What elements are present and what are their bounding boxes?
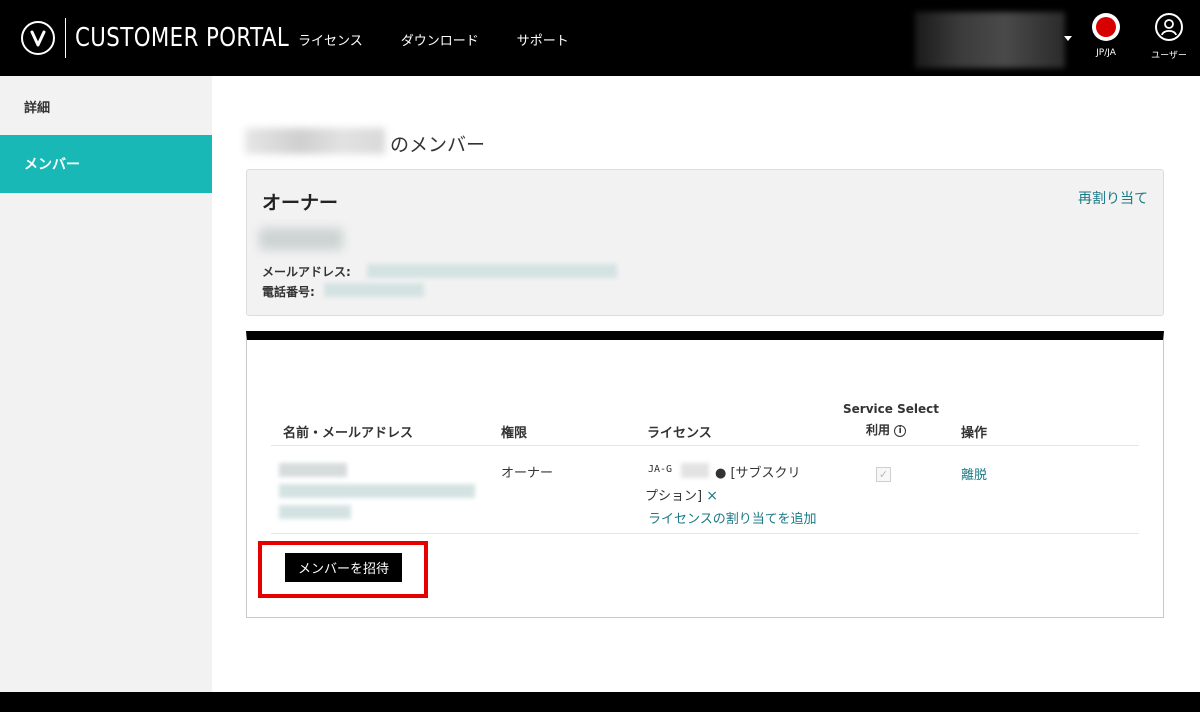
license-id-prefix: JA-G — [648, 464, 673, 475]
license-id-redacted — [681, 463, 709, 478]
top-header: CUSTOMER PORTAL ライセンス ダウンロード サポート JP/JA … — [0, 0, 1200, 76]
reassign-link[interactable]: 再割り当て — [1078, 188, 1148, 208]
user-menu[interactable]: ユーザー — [1146, 13, 1192, 61]
owner-email-label: メールアドレス: — [262, 265, 351, 279]
header-divider — [271, 445, 1139, 446]
add-license-link[interactable]: ライセンスの割り当てを追加 — [648, 508, 816, 527]
locale-label: JP/JA — [1096, 48, 1116, 58]
info-icon[interactable]: i — [894, 425, 907, 437]
col-header-actions: 操作 — [961, 426, 988, 441]
invite-member-button[interactable]: メンバーを招待 — [285, 553, 402, 582]
chevron-down-icon[interactable] — [1064, 36, 1072, 41]
members-panel: 名前・メールアドレス 権限 ライセンス Service Select 利用 i … — [246, 331, 1164, 618]
main-nav: ライセンス ダウンロード サポート — [298, 30, 569, 49]
col-header-name: 名前・メールアドレス — [283, 426, 414, 441]
sidebar: 詳細 メンバー — [0, 76, 212, 692]
member-name-redacted — [279, 463, 347, 477]
owner-email-redacted — [367, 264, 617, 278]
brand-logo-icon[interactable] — [21, 21, 55, 55]
brand-name[interactable]: CUSTOMER PORTAL — [75, 22, 289, 54]
col-header-role: 権限 — [501, 426, 528, 441]
service-select-checkbox[interactable]: ✓ — [876, 467, 891, 482]
owner-phone-label: 電話番号: — [262, 285, 315, 299]
sidebar-item-details[interactable]: 詳細 — [0, 77, 212, 135]
owner-heading: オーナー — [262, 192, 339, 214]
owner-name-redacted — [259, 228, 343, 250]
footer-bar — [0, 692, 1200, 712]
logo-divider — [65, 18, 66, 58]
license-type-line2-text: プション] — [645, 489, 703, 504]
locale-switcher[interactable]: JP/JA — [1088, 13, 1124, 58]
member-extra-redacted — [279, 505, 351, 519]
col-header-service-select-usage-label: 利用 — [866, 423, 891, 437]
member-role: オーナー — [501, 466, 554, 481]
nav-licenses[interactable]: ライセンス — [298, 30, 363, 49]
nav-downloads[interactable]: ダウンロード — [401, 30, 479, 49]
sidebar-item-members[interactable]: メンバー — [0, 135, 212, 193]
owner-phone-redacted — [324, 283, 424, 297]
nav-support[interactable]: サポート — [517, 30, 569, 49]
highlight-frame: メンバーを招待 — [258, 541, 428, 598]
member-email-redacted — [279, 484, 475, 498]
owner-panel: オーナー 再割り当て メールアドレス: 電話番号: — [246, 169, 1164, 316]
col-header-service-select: Service Select — [843, 402, 939, 416]
sidebar-item-label: メンバー — [24, 157, 80, 173]
organization-name-redacted — [245, 128, 385, 154]
account-selector-redacted[interactable] — [915, 12, 1065, 68]
page-title: のメンバー — [390, 134, 486, 156]
col-header-license: ライセンス — [647, 426, 712, 441]
col-header-service-select-usage: 利用 i — [866, 421, 907, 438]
license-type-line1: ● [サブスクリ — [715, 466, 801, 481]
remove-license-icon[interactable]: × — [706, 488, 718, 504]
license-type-line2: プション] × — [645, 485, 718, 504]
user-label: ユーザー — [1151, 51, 1187, 61]
japan-flag-icon — [1092, 13, 1120, 41]
leave-link[interactable]: 離脱 — [961, 464, 987, 483]
user-icon — [1155, 13, 1183, 41]
row-divider — [271, 533, 1139, 534]
sidebar-item-label: 詳細 — [24, 100, 51, 116]
